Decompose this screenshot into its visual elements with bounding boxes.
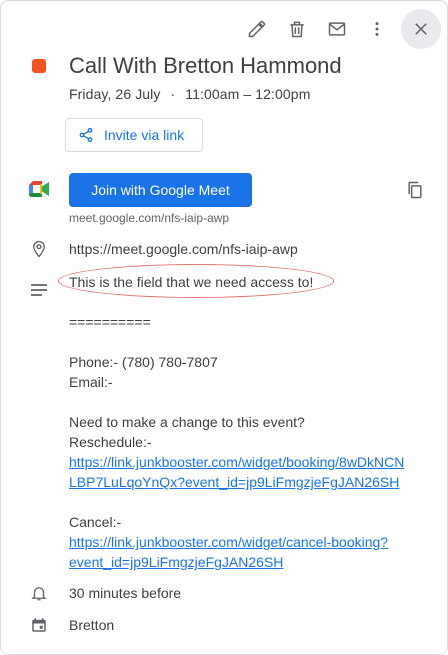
invite-via-link-label: Invite via link xyxy=(104,127,185,143)
event-details-card: Call With Bretton Hammond Friday, 26 Jul… xyxy=(0,0,448,655)
more-vert-icon xyxy=(375,22,379,36)
event-location: https://meet.google.com/nfs-iaip-awp xyxy=(69,241,298,257)
mail-icon xyxy=(328,22,346,36)
description-change-prompt: Need to make a change to this event? xyxy=(69,414,305,430)
share-icon xyxy=(78,127,94,143)
edit-event-button[interactable] xyxy=(239,11,275,47)
google-meet-icon xyxy=(29,181,49,202)
event-date-time: Friday, 26 July · 11:00am – 12:00pm xyxy=(69,86,310,102)
event-reminder: 30 minutes before xyxy=(69,585,182,601)
date-time-separator: · xyxy=(170,86,176,102)
close-icon xyxy=(415,23,427,35)
event-date: Friday, 26 July xyxy=(69,86,161,102)
delete-event-button[interactable] xyxy=(279,11,315,47)
pencil-icon xyxy=(248,20,266,38)
event-calendar-name: Bretton xyxy=(69,617,115,633)
highlighted-description-line: This is the field that we need access to… xyxy=(69,274,314,290)
event-title: Call With Bretton Hammond xyxy=(69,53,342,78)
trash-icon xyxy=(290,21,304,38)
bell-icon xyxy=(30,584,48,607)
description-icon xyxy=(30,283,48,302)
event-description: This is the field that we need access to… xyxy=(69,272,431,572)
location-pin-icon xyxy=(30,239,48,264)
invite-via-link-button[interactable]: Invite via link xyxy=(65,118,203,152)
description-phone: Phone:- (780) 780-7807 xyxy=(69,354,218,370)
event-toolbar xyxy=(235,9,441,49)
cancel-link-line-2[interactable]: event_id=jp9LiFmgzjeFgJAN26SH xyxy=(69,552,431,572)
join-google-meet-button[interactable]: Join with Google Meet xyxy=(69,173,252,207)
description-email: Email:- xyxy=(69,374,113,390)
more-options-button[interactable] xyxy=(359,11,395,47)
close-button[interactable] xyxy=(401,9,441,49)
reschedule-link-line-2[interactable]: LBP7LuLqoYnQx?event_id=jp9LiFmgzjeFgJAN2… xyxy=(69,472,431,492)
cancel-link-line-1[interactable]: https://link.junkbooster.com/widget/canc… xyxy=(69,532,431,552)
meet-url: meet.google.com/nfs-iaip-awp xyxy=(69,211,230,225)
cancel-label: Cancel:- xyxy=(69,514,122,530)
description-divider: ========== xyxy=(69,314,151,330)
event-time: 11:00am – 12:00pm xyxy=(185,86,311,102)
calendar-icon xyxy=(30,616,48,639)
reschedule-label: Reschedule:- xyxy=(69,434,152,450)
email-guests-button[interactable] xyxy=(319,11,355,47)
event-color-swatch xyxy=(32,59,46,73)
reschedule-link-line-1[interactable]: https://link.junkbooster.com/widget/book… xyxy=(69,452,431,472)
copy-icon[interactable] xyxy=(405,180,425,205)
